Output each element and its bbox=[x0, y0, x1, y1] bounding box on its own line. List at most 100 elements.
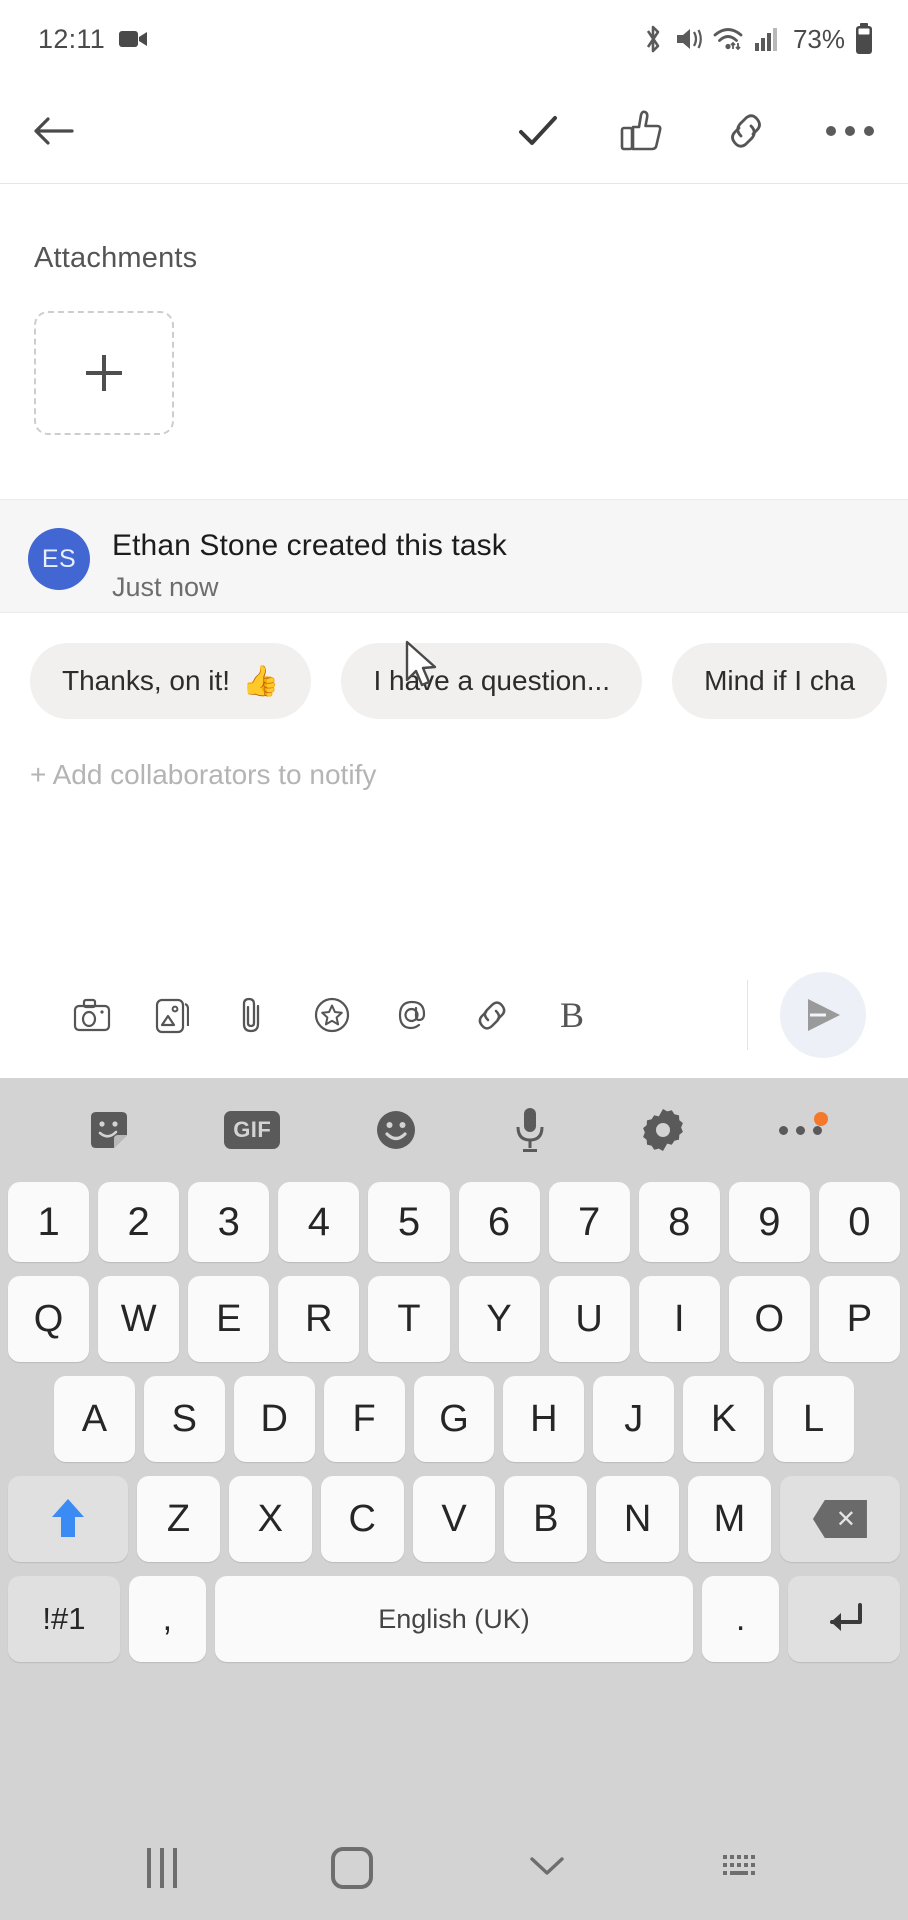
sticker-button[interactable] bbox=[86, 1107, 132, 1153]
backspace-key[interactable]: ✕ bbox=[779, 1476, 900, 1562]
recents-button[interactable] bbox=[147, 1848, 177, 1888]
send-button[interactable] bbox=[780, 972, 866, 1058]
key-3[interactable]: 3 bbox=[188, 1182, 270, 1262]
back-button[interactable] bbox=[26, 103, 82, 159]
star-button[interactable] bbox=[292, 996, 372, 1034]
app-bar-actions bbox=[510, 103, 878, 159]
key-e[interactable]: E bbox=[188, 1276, 270, 1362]
key-q[interactable]: Q bbox=[8, 1276, 90, 1362]
symbols-key[interactable]: !#1 bbox=[8, 1576, 120, 1662]
status-bar-right: 73% bbox=[641, 23, 874, 55]
more-dots-icon bbox=[778, 1125, 822, 1135]
key-o[interactable]: O bbox=[728, 1276, 810, 1362]
shift-key[interactable] bbox=[8, 1476, 129, 1562]
key-x[interactable]: X bbox=[228, 1476, 312, 1562]
key-b[interactable]: B bbox=[504, 1476, 588, 1562]
key-r[interactable]: R bbox=[278, 1276, 360, 1362]
key-a[interactable]: A bbox=[54, 1376, 135, 1462]
settings-gear-button[interactable] bbox=[639, 1106, 687, 1154]
link-insert-button[interactable] bbox=[452, 996, 532, 1034]
notification-badge-dot bbox=[813, 1111, 828, 1126]
activity-timestamp: Just now bbox=[112, 572, 219, 602]
key-d[interactable]: D bbox=[233, 1376, 315, 1462]
shift-icon bbox=[52, 1499, 85, 1537]
link-button[interactable] bbox=[718, 103, 774, 159]
send-icon bbox=[808, 999, 840, 1031]
key-m[interactable]: M bbox=[688, 1476, 771, 1562]
chip-label: Mind if I cha bbox=[704, 665, 856, 696]
keyboard: GIF 1 2 3 4 5 6 7 8 9 0 Q W E R T Y U I … bbox=[0, 1078, 908, 1920]
period-key[interactable]: . bbox=[702, 1576, 780, 1662]
key-u[interactable]: U bbox=[548, 1276, 630, 1362]
cellular-signal-icon bbox=[754, 26, 780, 52]
key-p[interactable]: P bbox=[818, 1276, 900, 1362]
hide-keyboard-button[interactable] bbox=[527, 1852, 567, 1885]
keyboard-row-bottom: Z X C V B N M ✕ bbox=[8, 1476, 900, 1562]
key-5[interactable]: 5 bbox=[368, 1182, 450, 1262]
key-n[interactable]: N bbox=[596, 1476, 680, 1562]
bold-label: B bbox=[559, 995, 584, 1035]
key-0[interactable]: 0 bbox=[818, 1182, 900, 1262]
quick-reply-chip[interactable]: I have a question... bbox=[341, 643, 643, 719]
space-key[interactable]: English (UK) bbox=[214, 1576, 694, 1662]
key-g[interactable]: G bbox=[413, 1376, 495, 1462]
bluetooth-icon bbox=[641, 24, 665, 54]
status-bar: 12:11 73% bbox=[0, 0, 908, 78]
key-i[interactable]: I bbox=[638, 1276, 720, 1362]
key-7[interactable]: 7 bbox=[548, 1182, 630, 1262]
key-w[interactable]: W bbox=[98, 1276, 180, 1362]
quick-reply-chips: Thanks, on it! 👍 I have a question... Mi… bbox=[0, 613, 908, 719]
key-8[interactable]: 8 bbox=[638, 1182, 720, 1262]
bold-button[interactable]: B bbox=[532, 994, 612, 1036]
key-h[interactable]: H bbox=[503, 1376, 585, 1462]
camera-button[interactable] bbox=[52, 998, 132, 1032]
quick-reply-chip[interactable]: Mind if I cha bbox=[672, 643, 888, 719]
microphone-button[interactable] bbox=[513, 1105, 547, 1155]
keyboard-toolbar: GIF bbox=[0, 1078, 908, 1182]
enter-icon bbox=[830, 1603, 863, 1631]
activity-message: Ethan Stone created this task bbox=[112, 529, 507, 562]
key-t[interactable]: T bbox=[368, 1276, 450, 1362]
enter-key[interactable] bbox=[788, 1576, 900, 1662]
key-j[interactable]: J bbox=[593, 1376, 675, 1462]
keyboard-more-button[interactable] bbox=[778, 1111, 828, 1135]
thumbs-up-button[interactable] bbox=[614, 103, 670, 159]
key-k[interactable]: K bbox=[683, 1376, 765, 1462]
mention-button[interactable] bbox=[372, 996, 452, 1034]
gallery-button[interactable] bbox=[132, 996, 212, 1034]
attachments-title: Attachments bbox=[34, 242, 198, 274]
key-s[interactable]: S bbox=[143, 1376, 225, 1462]
add-attachment-button[interactable] bbox=[34, 311, 174, 435]
key-v[interactable]: V bbox=[412, 1476, 496, 1562]
key-4[interactable]: 4 bbox=[278, 1182, 360, 1262]
key-y[interactable]: Y bbox=[458, 1276, 540, 1362]
chip-label: Thanks, on it! bbox=[62, 665, 231, 696]
complete-check-button[interactable] bbox=[510, 103, 566, 159]
key-z[interactable]: Z bbox=[137, 1476, 220, 1562]
mute-vibrate-icon bbox=[674, 25, 704, 53]
key-c[interactable]: C bbox=[320, 1476, 404, 1562]
keyboard-switch-button[interactable] bbox=[721, 1852, 761, 1885]
gif-button[interactable]: GIF bbox=[224, 1111, 281, 1149]
key-9[interactable]: 9 bbox=[728, 1182, 810, 1262]
keyboard-switch-icon bbox=[723, 1854, 755, 1875]
add-collaborators-link[interactable]: + Add collaborators to notify bbox=[0, 719, 908, 791]
keyboard-row-function: !#1 , English (UK) . bbox=[8, 1576, 900, 1662]
keyboard-row-numbers: 1 2 3 4 5 6 7 8 9 0 bbox=[8, 1182, 900, 1262]
video-recording-icon bbox=[119, 28, 149, 50]
key-l[interactable]: L bbox=[773, 1376, 855, 1462]
quick-reply-chip[interactable]: Thanks, on it! 👍 bbox=[30, 643, 312, 719]
key-2[interactable]: 2 bbox=[98, 1182, 180, 1262]
chip-label: I have a question... bbox=[373, 665, 611, 696]
comma-key[interactable]: , bbox=[128, 1576, 206, 1662]
key-1[interactable]: 1 bbox=[8, 1182, 90, 1262]
plus-icon bbox=[86, 355, 122, 391]
key-f[interactable]: F bbox=[323, 1376, 405, 1462]
keyboard-row-home: A S D F G H J K L bbox=[8, 1376, 900, 1462]
paperclip-button[interactable] bbox=[212, 995, 292, 1035]
emoji-button[interactable] bbox=[372, 1106, 420, 1154]
more-options-button[interactable] bbox=[822, 103, 878, 159]
home-button[interactable] bbox=[331, 1847, 373, 1889]
key-6[interactable]: 6 bbox=[458, 1182, 540, 1262]
more-dots-icon bbox=[826, 125, 874, 136]
